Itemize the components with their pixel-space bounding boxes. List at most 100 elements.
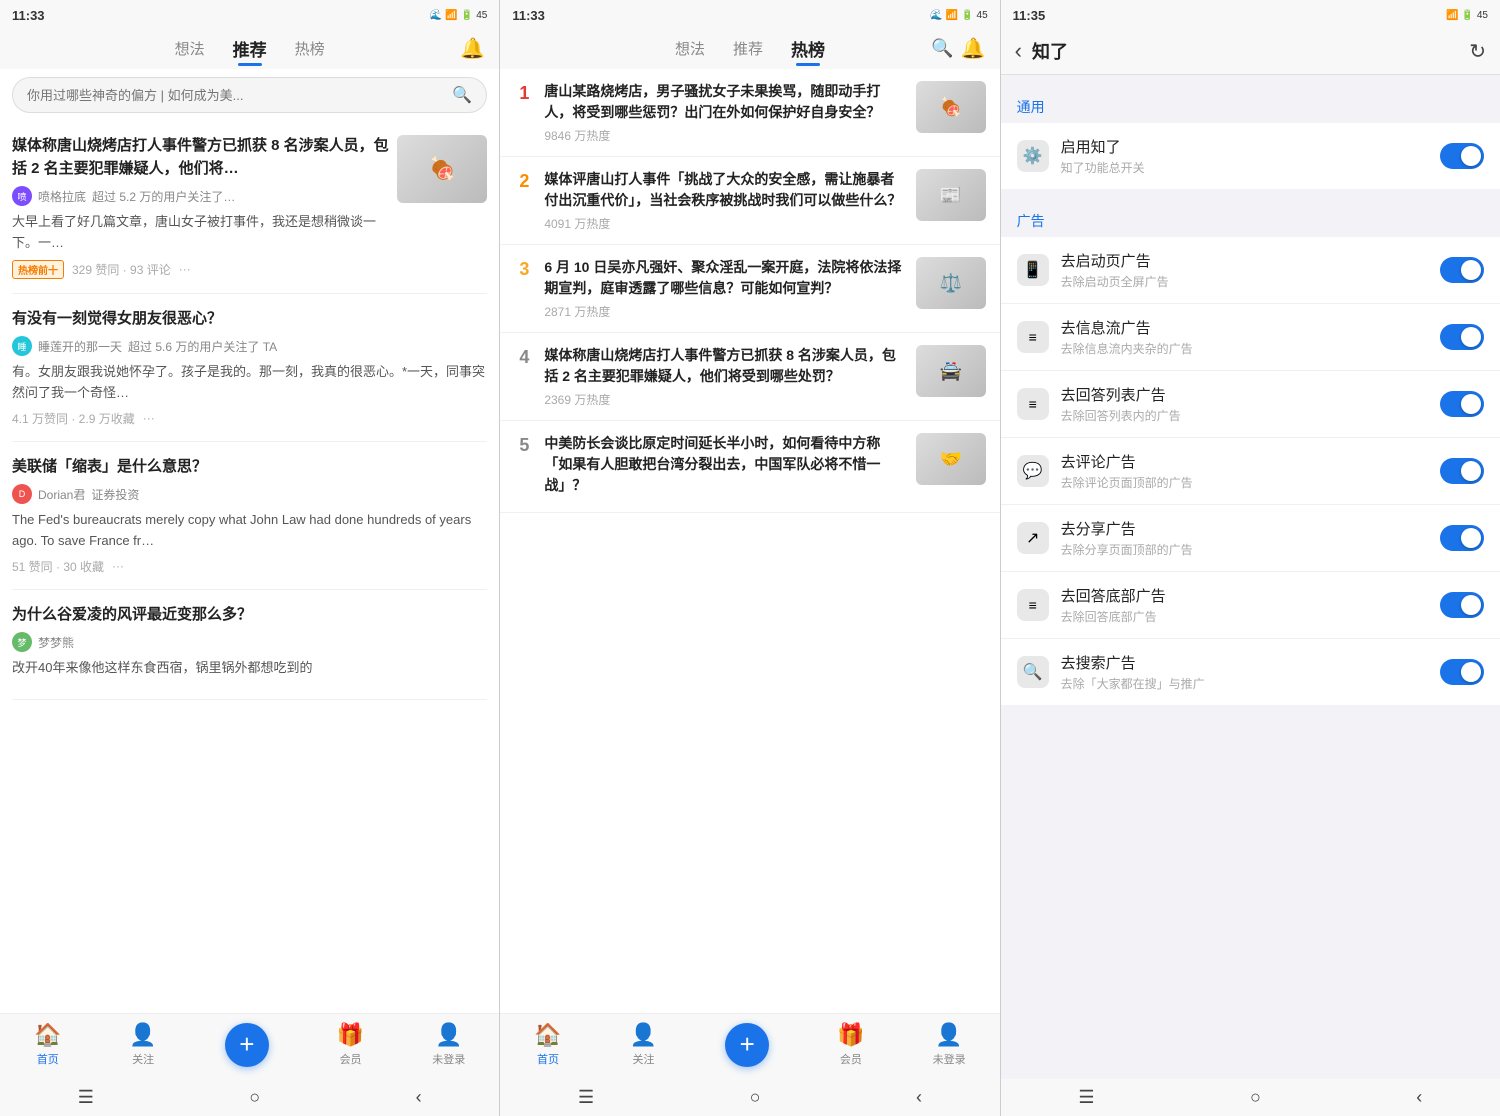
feed-content-0: 大早上看了好几篇文章，唐山女子被打事件，我还是想稍微谈一下。一…	[12, 212, 389, 254]
settings-icon-comment: 💬	[1017, 455, 1049, 487]
sys-back-2[interactable]: ‹	[916, 1087, 922, 1108]
bottom-nav-1: 🏠 首页 👤 关注 + 🎁 会员 👤 未登录	[0, 1013, 499, 1079]
nav-plus-1[interactable]: +	[225, 1023, 269, 1067]
sys-menu-1[interactable]: ☰	[78, 1087, 94, 1108]
hot-list: 1 唐山某路烧烤店，男子骚扰女子未果挨骂，随即动手打人，将受到哪些惩罚？出门在外…	[500, 69, 999, 1013]
nav-follow-2[interactable]: 👤 关注	[630, 1022, 657, 1067]
nav-member-label-1: 会员	[340, 1051, 362, 1067]
settings-icon-share: ↗	[1017, 522, 1049, 554]
hot-rank-2: 3	[514, 259, 534, 280]
status-bar-3: 11:35 📶 🔋 45	[1001, 0, 1500, 28]
toggle-share[interactable]	[1440, 525, 1484, 551]
nav-home-1[interactable]: 🏠 首页	[34, 1022, 61, 1067]
toggle-comment[interactable]	[1440, 458, 1484, 484]
toggle-search[interactable]	[1440, 659, 1484, 685]
feed-item-0[interactable]: 媒体称唐山烧烤店打人事件警方已抓获 8 名涉案人员，包括 2 名主要犯罪嫌疑人，…	[12, 121, 487, 294]
nav-follow-1[interactable]: 👤 关注	[129, 1022, 156, 1067]
nav-member-1[interactable]: 🎁 会员	[337, 1022, 364, 1067]
hot-rank-1: 2	[514, 171, 534, 192]
feed-stats-1: 4.1 万赞同 · 2.9 万收藏	[12, 410, 135, 427]
settings-label-search: 去搜索广告	[1061, 652, 1428, 673]
feed-author-row-3: 梦 梦梦熊	[12, 632, 487, 652]
hot-item-1[interactable]: 2 媒体评唐山打人事件「挑战了大众的安全感，需让施暴者付出沉重代价」，当社会秩序…	[500, 157, 999, 245]
sys-home-2[interactable]: ○	[750, 1087, 761, 1108]
bottom-nav-2: 🏠 首页 👤 关注 + 🎁 会员 👤 未登录	[500, 1013, 999, 1079]
tab-hot-2[interactable]: 热榜	[787, 34, 829, 63]
tab-recommend-2[interactable]: 推荐	[729, 36, 767, 61]
status-icons-2: 🌊 📶 🔋 45	[930, 10, 987, 21]
search-icon-1[interactable]: 🔍	[452, 85, 472, 105]
settings-title: 知了	[1032, 38, 1459, 64]
status-time-1: 11:33	[12, 8, 45, 23]
nav-profile-label-1: 未登录	[432, 1051, 465, 1067]
nav-profile-2[interactable]: 👤 未登录	[933, 1022, 966, 1067]
settings-row-enable[interactable]: ⚙️ 启用知了 知了功能总开关	[1001, 123, 1500, 189]
settings-icon-bottom: ≡	[1017, 589, 1049, 621]
feed-item-3[interactable]: 为什么谷爱凌的风评最近变那么多？ 梦 梦梦熊 改开40年来像他这样东食西宿，锅里…	[12, 590, 487, 700]
tab-recommend-1[interactable]: 推荐	[229, 34, 271, 63]
nav-member-2[interactable]: 🎁 会员	[837, 1022, 864, 1067]
settings-label-share: 去分享广告	[1061, 518, 1428, 539]
search-icon-nav-2[interactable]: 🔍	[931, 38, 953, 59]
hot-content-4: 中美防长会谈比原定时间延长半小时，如何看待中方称「如果有人胆敢把台湾分裂出去，中…	[544, 433, 905, 500]
settings-icon-feed: ≡	[1017, 321, 1049, 353]
hot-item-2[interactable]: 3 6 月 10 日吴亦凡强奸、聚众淫乱一案开庭，法院将依法择期宣判，庭审透露了…	[500, 245, 999, 333]
settings-row-bottom-ad[interactable]: ≡ 去回答底部广告 去除回答底部广告	[1001, 572, 1500, 639]
status-icons-1: 🌊 📶 🔋 45	[430, 10, 487, 21]
settings-row-search-ad[interactable]: 🔍 去搜索广告 去除「大家都在搜」与推广	[1001, 639, 1500, 705]
panel-recommend: 11:33 🌊 📶 🔋 45 想法 推荐 热榜 🔔 🔍 媒体称唐山烧烤店打人事件…	[0, 0, 500, 1116]
toggle-bottom[interactable]	[1440, 592, 1484, 618]
settings-row-startup-ad[interactable]: 📱 去启动页广告 去除启动页全屏广告	[1001, 237, 1500, 304]
hot-item-4[interactable]: 5 中美防长会谈比原定时间延长半小时，如何看待中方称「如果有人胆敢把台湾分裂出去…	[500, 421, 999, 513]
tab-hot-1[interactable]: 热榜	[291, 36, 329, 61]
tab-thoughts-2[interactable]: 想法	[671, 36, 709, 61]
settings-text-answer-list: 去回答列表广告 去除回答列表内的广告	[1061, 384, 1428, 424]
hot-heat-0: 9846 万热度	[544, 127, 905, 144]
nav-member-label-2: 会员	[840, 1051, 862, 1067]
settings-text-comment: 去评论广告 去除评论页面顶部的广告	[1061, 451, 1428, 491]
sys-menu-2[interactable]: ☰	[578, 1087, 594, 1108]
feed-item-2[interactable]: 美联储「缩表」是什么意思？ D Dorian君 证券投资 The Fed's b…	[12, 442, 487, 590]
hot-thumb-2: ⚖️	[916, 257, 986, 309]
settings-label-bottom: 去回答底部广告	[1061, 585, 1428, 606]
search-input-1[interactable]	[27, 88, 444, 103]
bell-icon-1[interactable]: 🔔	[460, 36, 485, 61]
bell-icon-2[interactable]: 🔔	[961, 36, 986, 61]
settings-row-comment-ad[interactable]: 💬 去评论广告 去除评论页面顶部的广告	[1001, 438, 1500, 505]
nav-home-2[interactable]: 🏠 首页	[534, 1022, 561, 1067]
feed-content-2: The Fed's bureaucrats merely copy what J…	[12, 510, 487, 552]
search-bar-1: 🔍	[12, 77, 487, 113]
nav-profile-1[interactable]: 👤 未登录	[432, 1022, 465, 1067]
tab-thoughts-1[interactable]: 想法	[171, 36, 209, 61]
toggle-feed[interactable]	[1440, 324, 1484, 350]
nav-plus-2[interactable]: +	[725, 1023, 769, 1067]
sys-home-1[interactable]: ○	[249, 1087, 260, 1108]
hot-rank-4: 5	[514, 435, 534, 456]
hot-item-0[interactable]: 1 唐山某路烧烤店，男子骚扰女子未果挨骂，随即动手打人，将受到哪些惩罚？出门在外…	[500, 69, 999, 157]
profile-icon-2: 👤	[935, 1022, 962, 1048]
sys-back-3[interactable]: ‹	[1416, 1087, 1422, 1108]
hot-content-3: 媒体称唐山烧烤店打人事件警方已抓获 8 名涉案人员，包括 2 名主要犯罪嫌疑人，…	[544, 345, 905, 408]
panel-hot: 11:33 🌊 📶 🔋 45 想法 推荐 热榜 🔍 🔔 1 唐山某路烧烤店，男子…	[500, 0, 1000, 1116]
toggle-answer-list[interactable]	[1440, 391, 1484, 417]
settings-group-ads: 📱 去启动页广告 去除启动页全屏广告 ≡ 去信息流广告 去除信息流内夹杂的广告 …	[1001, 237, 1500, 705]
toggle-startup[interactable]	[1440, 257, 1484, 283]
sys-home-3[interactable]: ○	[1250, 1087, 1261, 1108]
refresh-icon[interactable]: ↻	[1469, 39, 1486, 64]
hot-item-3[interactable]: 4 媒体称唐山烧烤店打人事件警方已抓获 8 名涉案人员，包括 2 名主要犯罪嫌疑…	[500, 333, 999, 421]
back-button[interactable]: ‹	[1015, 38, 1022, 64]
section-title-ads: 广告	[1001, 201, 1500, 237]
feed-item-1[interactable]: 有没有一刻觉得女朋友很恶心？ 睡 睡莲开的那一天 超过 5.6 万的用户关注了 …	[12, 294, 487, 442]
sys-menu-3[interactable]: ☰	[1078, 1087, 1094, 1108]
settings-row-share-ad[interactable]: ↗ 去分享广告 去除分享页面顶部的广告	[1001, 505, 1500, 572]
settings-row-feed-ad[interactable]: ≡ 去信息流广告 去除信息流内夹杂的广告	[1001, 304, 1500, 371]
avatar-2: D	[12, 484, 32, 504]
sys-back-1[interactable]: ‹	[416, 1087, 422, 1108]
settings-desc-comment: 去除评论页面顶部的广告	[1061, 474, 1428, 491]
hot-thumb-4: 🤝	[916, 433, 986, 485]
settings-row-answer-list-ad[interactable]: ≡ 去回答列表广告 去除回答列表内的广告	[1001, 371, 1500, 438]
status-bar-1: 11:33 🌊 📶 🔋 45	[0, 0, 499, 28]
member-icon-2: 🎁	[837, 1022, 864, 1048]
toggle-enable[interactable]	[1440, 143, 1484, 169]
feed-author-row-0: 喷 喷格拉底 超过 5.2 万的用户关注了…	[12, 186, 389, 206]
